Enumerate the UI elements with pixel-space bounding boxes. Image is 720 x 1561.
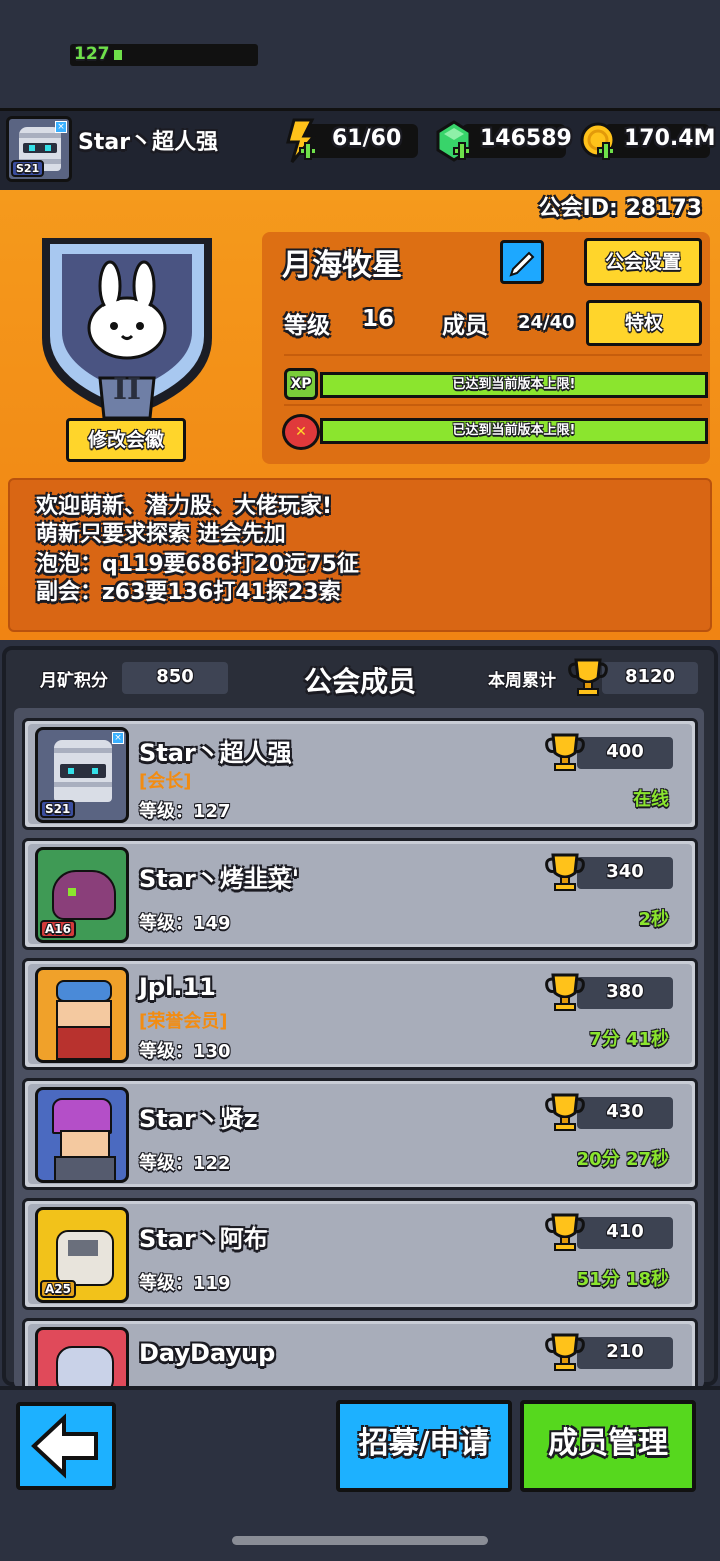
player-card[interactable]: S21 × Star丶超人强 [6, 116, 270, 184]
member-avatar[interactable] [35, 967, 129, 1063]
badge-rank: II [112, 372, 142, 407]
member-row[interactable]: S21 × Star丶超人强 [会长] 等级：127 400 在线 [22, 718, 698, 830]
notice-line: 副会：z63要136打41探23索 [36, 580, 341, 605]
member-score: 410 [606, 1221, 644, 1242]
member-row[interactable]: Jpl.11 [荣誉会员] 等级：130 380 7分 41秒 [22, 958, 698, 1070]
recruit-apply-button[interactable]: 招募/申请 [336, 1400, 512, 1492]
member-level: 等级：119 [139, 1273, 231, 1294]
member-row[interactable]: A16 Star丶烤韭菜' 等级：149 340 2秒 [22, 838, 698, 950]
member-score: 380 [606, 981, 644, 1002]
member-status: 7分 41秒 [589, 1029, 669, 1050]
member-status: 在线 [633, 789, 669, 810]
change-badge-button[interactable]: 修改会徽 [66, 418, 186, 462]
member-score: 210 [606, 1341, 644, 1362]
member-avatar[interactable] [35, 1327, 129, 1388]
weekly-total-value: 8120 [624, 666, 676, 687]
gem-value: 146589 [480, 126, 572, 151]
gem-icon[interactable] [434, 120, 474, 164]
member-name: Star丶贤z [139, 1105, 258, 1133]
weekly-total-label: 本周累计 [488, 671, 556, 691]
home-indicator[interactable] [232, 1536, 488, 1545]
member-row[interactable]: DayDayup 210 [22, 1318, 698, 1388]
notification-icon: × [55, 121, 67, 133]
player-name: Star丶超人强 [78, 130, 219, 155]
divider [284, 354, 702, 356]
xp-icon: XP [284, 368, 318, 400]
skill-icon: ✕ [282, 414, 320, 450]
member-score: 430 [606, 1101, 644, 1122]
member-list[interactable]: S21 × Star丶超人强 [会长] 等级：127 400 在线 A16 St… [14, 708, 704, 1388]
season-tag: S21 [11, 160, 45, 177]
member-row[interactable]: Star丶贤z 等级：122 430 20分 27秒 [22, 1078, 698, 1190]
member-status: 20分 27秒 [576, 1149, 669, 1170]
member-name: Jpl.11 [139, 973, 216, 1001]
member-status: 51分 18秒 [576, 1269, 669, 1290]
guild-members-value: 24/40 [518, 312, 575, 333]
coin-value: 170.4M [624, 126, 716, 151]
member-name: DayDayup [139, 1339, 276, 1367]
member-title: [荣誉会员] [139, 1011, 228, 1032]
member-tag: A25 [40, 1280, 76, 1298]
guild-id: 公会ID: 28173 [538, 196, 702, 221]
member-management-button[interactable]: 成员管理 [520, 1400, 696, 1492]
energy-value: 61/60 [332, 126, 402, 151]
divider [284, 404, 702, 406]
member-name: Star丶阿布 [139, 1225, 268, 1253]
member-avatar[interactable]: A16 [35, 847, 129, 943]
member-row[interactable]: A25 Star丶阿布 等级：119 410 51分 18秒 [22, 1198, 698, 1310]
guild-settings-button[interactable]: 公会设置 [584, 238, 702, 286]
member-avatar[interactable]: A25 [35, 1207, 129, 1303]
member-name: Star丶烤韭菜' [139, 865, 300, 893]
member-avatar[interactable] [35, 1087, 129, 1183]
member-title: [会长] [139, 771, 192, 792]
member-name: Star丶超人强 [139, 739, 292, 767]
notification-icon: × [112, 732, 124, 744]
guild-level-label: 等级 [284, 313, 330, 339]
member-level: 等级：127 [139, 801, 231, 822]
member-tag: S21 [40, 800, 76, 818]
edit-name-button[interactable] [500, 240, 544, 284]
xp-progress-bar: 已达到当前版本上限! [320, 372, 708, 398]
arrow-left-icon [31, 1413, 98, 1479]
notice-line: 萌新只要求探索 进会先加 [36, 522, 286, 547]
member-score: 400 [606, 741, 644, 762]
member-level: 等级：130 [139, 1041, 231, 1062]
guild-level-value: 16 [362, 306, 395, 332]
player-level: 127 [74, 44, 110, 64]
guild-name: 月海牧星 [282, 248, 402, 283]
back-button[interactable] [16, 1402, 116, 1490]
skill-progress-bar: 已达到当前版本上限! [320, 418, 708, 444]
pencil-icon [509, 251, 535, 277]
member-status: 2秒 [638, 909, 669, 930]
privilege-button[interactable]: 特权 [586, 300, 702, 346]
member-tag: A16 [40, 920, 76, 938]
coin-icon[interactable] [578, 120, 620, 164]
member-avatar[interactable]: S21 × [35, 727, 129, 823]
level-progress-fill [114, 50, 122, 60]
guild-members-label: 成员 [442, 313, 488, 339]
player-avatar[interactable]: S21 × [6, 116, 72, 182]
member-score: 340 [606, 861, 644, 882]
member-level: 等级：149 [139, 913, 231, 934]
energy-bolt-icon[interactable] [280, 118, 320, 166]
member-level: 等级：122 [139, 1153, 231, 1174]
